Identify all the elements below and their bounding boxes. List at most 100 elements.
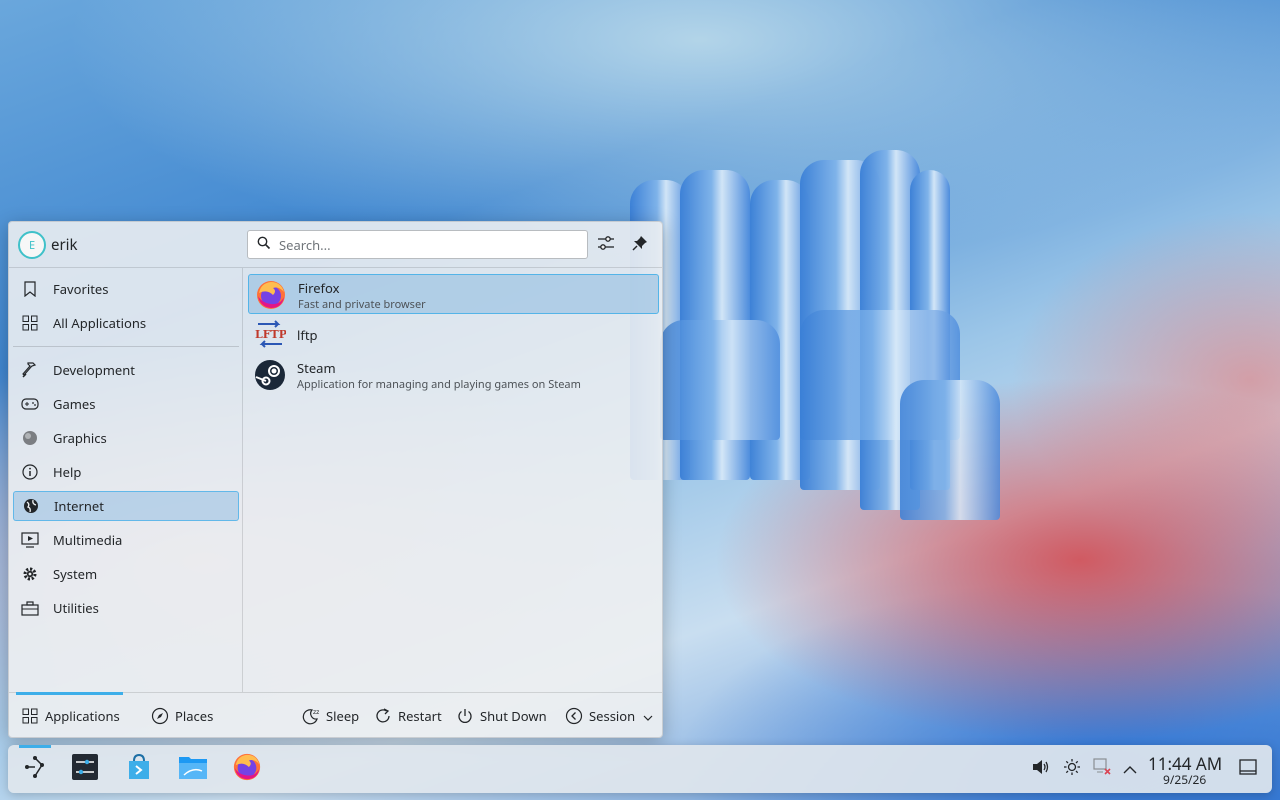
sidebar-item-label: Development (53, 361, 135, 379)
graphics-icon (21, 429, 39, 447)
tab-label: Places (175, 707, 214, 725)
sidebar-item-label: Graphics (53, 429, 107, 447)
show-desktop-icon (1239, 759, 1257, 779)
app-description: Fast and private browser (298, 297, 426, 312)
button-label: Shut Down (480, 707, 547, 725)
bookmark-icon (21, 280, 39, 298)
application-launcher: E erik Favorites All Applications (8, 221, 663, 738)
gamepad-icon (21, 395, 39, 413)
shutdown-button[interactable]: Shut Down (456, 703, 547, 729)
sidebar-item-label: Favorites (53, 280, 109, 298)
tab-label: Applications (45, 707, 120, 725)
configure-button[interactable] (595, 234, 617, 256)
sidebar-item-all-applications[interactable]: All Applications (13, 308, 239, 338)
tab-applications[interactable]: Applications (21, 703, 120, 729)
gear-icon (21, 565, 39, 583)
show-desktop-button[interactable] (1238, 759, 1258, 779)
button-label: Restart (398, 707, 442, 725)
power-icon (456, 707, 474, 725)
active-tab-indicator (16, 692, 123, 695)
search-input[interactable] (279, 235, 569, 254)
sidebar-item-multimedia[interactable]: Multimedia (13, 525, 239, 555)
search-box[interactable] (247, 230, 588, 259)
sidebar-item-label: Utilities (53, 599, 99, 617)
restart-button[interactable]: Restart (374, 703, 442, 729)
taskbar-discover[interactable] (123, 753, 155, 785)
taskbar: 11:44 AM 9/25/26 (8, 745, 1272, 793)
brightness-button[interactable] (1062, 759, 1082, 779)
taskbar-system-settings[interactable] (69, 753, 101, 785)
launcher-header: E erik (9, 222, 662, 268)
firefox-icon (255, 279, 287, 311)
folder-icon (178, 753, 208, 785)
grid-icon (21, 314, 39, 332)
toolbox-icon (21, 599, 39, 617)
avatar[interactable]: E (18, 231, 46, 259)
launcher-footer: Applications Places zz Sleep Restart Shu… (9, 692, 662, 738)
sidebar-item-label: Help (53, 463, 82, 481)
sleep-icon: zz (302, 707, 320, 725)
network-disconnected-icon (1093, 758, 1111, 780)
app-name: Firefox (298, 279, 340, 297)
sidebar-item-system[interactable]: System (13, 559, 239, 589)
firefox-icon (232, 752, 262, 786)
clock-date[interactable]: 9/25/26 (1163, 771, 1206, 788)
category-sidebar: Favorites All Applications Development G… (9, 268, 243, 692)
pin-icon (632, 235, 648, 255)
username: erik (51, 235, 78, 255)
pin-button[interactable] (629, 234, 651, 256)
restart-icon (374, 707, 392, 725)
info-icon (21, 463, 39, 481)
tab-places[interactable]: Places (151, 703, 213, 729)
discover-icon (125, 753, 153, 785)
svg-text:LFTP: LFTP (255, 328, 286, 341)
taskbar-dolphin[interactable] (177, 753, 209, 785)
volume-icon (1032, 759, 1050, 779)
sidebar-item-favorites[interactable]: Favorites (13, 274, 239, 304)
button-label: Sleep (326, 707, 360, 725)
application-launcher-button[interactable] (19, 753, 51, 785)
volume-button[interactable] (1031, 759, 1051, 779)
steam-icon (254, 359, 286, 391)
sidebar-item-label: All Applications (53, 314, 147, 332)
sidebar-item-utilities[interactable]: Utilities (13, 593, 239, 623)
sidebar-item-games[interactable]: Games (13, 389, 239, 419)
app-name: lftp (297, 326, 318, 344)
sidebar-item-graphics[interactable]: Graphics (13, 423, 239, 453)
kde-launcher-icon (22, 754, 48, 784)
sidebar-item-internet[interactable]: Internet (13, 491, 239, 521)
sidebar-item-help[interactable]: Help (13, 457, 239, 487)
chevron-up-icon (1123, 760, 1137, 778)
multimedia-icon (21, 531, 39, 549)
show-hidden-icons-button[interactable] (1120, 759, 1140, 779)
list-item-lftp[interactable]: LFTP lftp (248, 314, 659, 354)
active-launcher-indicator (19, 745, 51, 748)
app-name: Steam (297, 359, 336, 377)
session-button[interactable]: Session (565, 703, 653, 729)
sliders-icon (597, 234, 615, 256)
chevron-left-circle-icon (565, 707, 583, 725)
sidebar-item-label: Internet (54, 497, 104, 515)
network-button[interactable] (1092, 758, 1112, 780)
button-label: Session (589, 707, 636, 725)
brightness-icon (1063, 758, 1081, 780)
sidebar-item-label: System (53, 565, 98, 583)
sidebar-divider (13, 346, 239, 347)
application-list: Firefox Fast and private browser LFTP lf… (244, 268, 663, 692)
sidebar-item-development[interactable]: Development (13, 355, 239, 385)
search-icon (257, 236, 271, 254)
settings-app-icon (71, 753, 99, 785)
list-item-steam[interactable]: Steam Application for managing and playi… (248, 355, 659, 395)
compass-icon (151, 707, 169, 725)
svg-text:zz: zz (313, 709, 319, 716)
globe-icon (22, 497, 40, 515)
app-description: Application for managing and playing gam… (297, 377, 581, 392)
grid-icon (21, 707, 39, 725)
lftp-icon: LFTP (254, 318, 287, 350)
sleep-button[interactable]: zz Sleep (302, 703, 359, 729)
sidebar-item-label: Games (53, 395, 96, 413)
list-item-firefox[interactable]: Firefox Fast and private browser (248, 274, 659, 314)
hammer-icon (21, 361, 39, 379)
sidebar-item-label: Multimedia (53, 531, 123, 549)
taskbar-firefox[interactable] (231, 753, 263, 785)
